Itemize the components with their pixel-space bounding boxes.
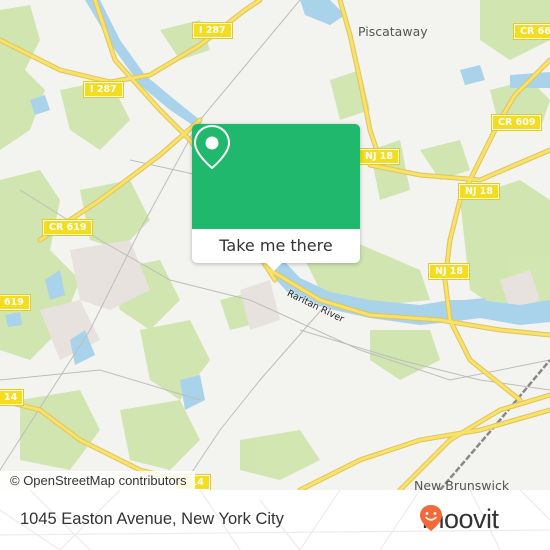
take-me-there-label: Take me there: [219, 236, 333, 255]
road-shield-i287: I 287: [192, 22, 233, 39]
map-pin-icon: [193, 124, 231, 170]
road-shield-nj18: NJ 18: [357, 148, 401, 165]
place-label-new-brunswick: New Brunswick: [414, 478, 510, 490]
popup-header: [192, 124, 360, 229]
map-view[interactable]: Piscataway New Brunswick I 287 I 287 CR …: [0, 0, 550, 490]
place-label-piscataway: Piscataway: [358, 24, 428, 39]
map-attribution[interactable]: © OpenStreetMap contributors: [0, 471, 195, 490]
road-shield-i287: I 287: [83, 81, 124, 98]
address-text: 1045 Easton Avenue, New York City: [20, 510, 284, 528]
road-shield-nj18: NJ 18: [457, 183, 501, 200]
take-me-there-button[interactable]: Take me there: [192, 124, 360, 271]
footer-bar: 1045 Easton Avenue, New York City moovit: [0, 490, 550, 550]
road-shield-cr619: 619: [0, 294, 31, 311]
road-shield-cr619: CR 619: [41, 219, 94, 236]
road-shield-cr669: CR 669: [512, 23, 550, 40]
moovit-logo: moovit: [419, 504, 499, 534]
popup-pointer: [266, 263, 282, 271]
road-shield-nj18: NJ 18: [427, 263, 471, 280]
moovit-smile-pin-icon: [420, 505, 442, 531]
road-shield-cr514: 14: [0, 389, 25, 406]
road-shield-cr609: CR 609: [490, 114, 543, 131]
